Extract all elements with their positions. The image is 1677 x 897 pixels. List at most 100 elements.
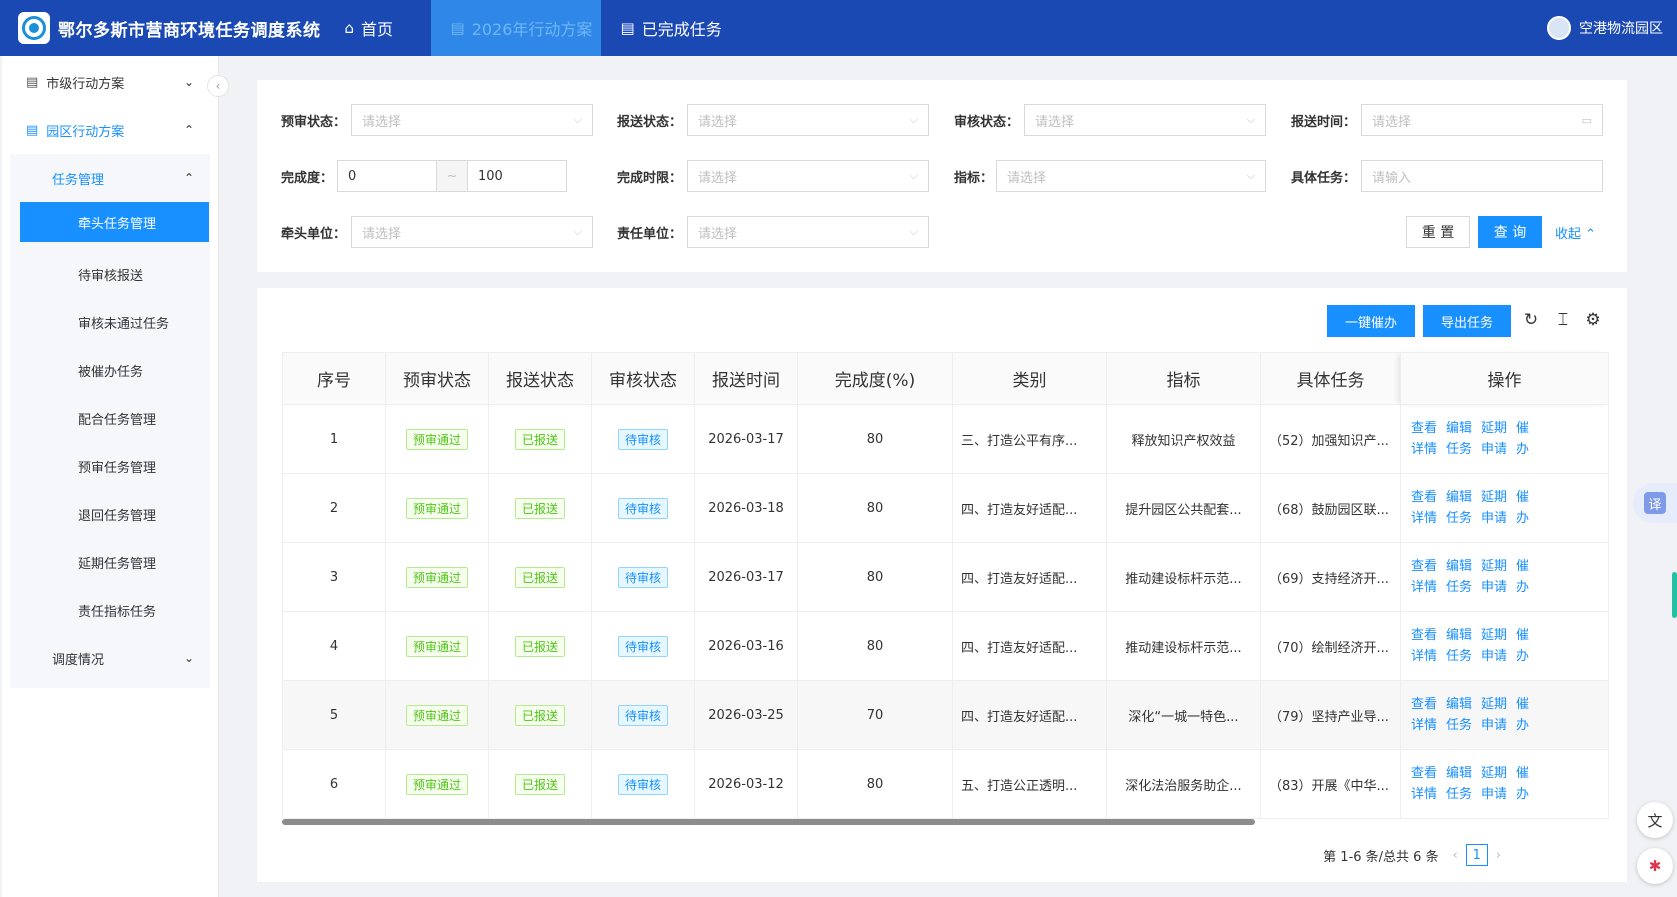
user-menu[interactable]: 空港物流园区 bbox=[1547, 0, 1663, 56]
translate-widget[interactable]: 译 bbox=[1633, 483, 1677, 523]
edit-task-link-top[interactable]: 编辑 bbox=[1446, 625, 1472, 646]
urge-link-bottom[interactable]: 办 bbox=[1516, 784, 1530, 805]
next-page-icon[interactable]: › bbox=[1496, 848, 1501, 863]
sidebar-item-returned[interactable]: 退回任务管理 bbox=[20, 490, 209, 538]
assistant-icon[interactable]: ✱ bbox=[1637, 848, 1673, 884]
edit-task-link-bottom[interactable]: 任务 bbox=[1446, 784, 1472, 805]
urge-link-bottom[interactable]: 办 bbox=[1516, 508, 1530, 529]
language-icon[interactable]: 文 bbox=[1637, 802, 1673, 838]
nav-completed-tasks[interactable]: ▤ 已完成任务 bbox=[601, 0, 742, 56]
prev-page-icon[interactable]: ‹ bbox=[1453, 848, 1458, 863]
extend-request-link-bottom[interactable]: 申请 bbox=[1481, 646, 1507, 667]
sidebar-item-pre-review[interactable]: 预审任务管理 bbox=[20, 442, 209, 490]
extend-request-link-top[interactable]: 延期 bbox=[1481, 763, 1507, 784]
horizontal-scrollbar[interactable] bbox=[282, 819, 1255, 825]
view-detail-link-top[interactable]: 查看 bbox=[1411, 556, 1437, 577]
view-detail-link-bottom[interactable]: 详情 bbox=[1411, 715, 1437, 736]
view-detail-link-bottom[interactable]: 详情 bbox=[1411, 439, 1437, 460]
extend-request-link-bottom[interactable]: 申请 bbox=[1481, 784, 1507, 805]
edit-task-link-top[interactable]: 编辑 bbox=[1446, 694, 1472, 715]
view-detail-link-bottom[interactable]: 详情 bbox=[1411, 646, 1437, 667]
urge-link-bottom[interactable]: 办 bbox=[1516, 577, 1530, 598]
cell-pre-review-badge: 预审通过 bbox=[405, 566, 468, 588]
edit-task-link-bottom[interactable]: 任务 bbox=[1446, 508, 1472, 529]
edit-task-link-top[interactable]: 编辑 bbox=[1446, 556, 1472, 577]
edit-task-link-top[interactable]: 编辑 bbox=[1446, 487, 1472, 508]
deadline-select[interactable]: 请选择 ⌵ bbox=[687, 160, 929, 192]
completion-max-input[interactable]: 100 bbox=[467, 160, 567, 192]
edit-task-link-bottom[interactable]: 任务 bbox=[1446, 439, 1472, 460]
sidebar-item-park-plan[interactable]: ▤ 园区行动方案 ⌃ bbox=[2, 106, 218, 154]
sidebar-item-dispatch[interactable]: 调度情况 ⌄ bbox=[10, 634, 210, 682]
sidebar-item-task-management[interactable]: 任务管理 ⌃ bbox=[10, 154, 210, 202]
sidebar-item-lead-tasks[interactable]: 牵头任务管理 bbox=[20, 202, 209, 242]
lead-unit-select[interactable]: 请选择 ⌵ bbox=[351, 216, 593, 248]
pre-review-select[interactable]: 请选择 ⌵ bbox=[351, 104, 593, 136]
task-input[interactable]: 请输入 bbox=[1361, 160, 1603, 192]
nav-home[interactable]: ⌂ 首页 bbox=[345, 0, 431, 56]
urge-link-top[interactable]: 催 bbox=[1516, 625, 1530, 646]
urge-all-button[interactable]: 一键催办 bbox=[1327, 305, 1415, 337]
page-number-current[interactable]: 1 bbox=[1465, 844, 1488, 866]
col-header-category: 类别 bbox=[952, 352, 1107, 405]
sidebar-item-pending-review[interactable]: 待审核报送 bbox=[20, 250, 209, 298]
cell-report-time: 2026-03-18 bbox=[694, 473, 798, 543]
density-icon[interactable]: ⌶ bbox=[1553, 310, 1573, 330]
extend-request-link-top[interactable]: 延期 bbox=[1481, 487, 1507, 508]
completion-min-input[interactable]: 0 bbox=[337, 160, 437, 192]
extend-request-link-top[interactable]: 延期 bbox=[1481, 694, 1507, 715]
view-detail-link-top[interactable]: 查看 bbox=[1411, 625, 1437, 646]
urge-link-top[interactable]: 催 bbox=[1516, 763, 1530, 784]
nav-2026-plan[interactable]: ▤ 2026年行动方案 bbox=[430, 0, 601, 56]
edit-task-link-bottom[interactable]: 任务 bbox=[1446, 715, 1472, 736]
urge-link-top[interactable]: 催 bbox=[1516, 487, 1530, 508]
cell-pre-review: 预审通过 bbox=[385, 611, 489, 681]
view-detail-link-bottom[interactable]: 详情 bbox=[1411, 577, 1437, 598]
edit-task-link-bottom[interactable]: 任务 bbox=[1446, 646, 1472, 667]
gear-icon[interactable]: ⚙ bbox=[1583, 310, 1603, 330]
cell-category: 四、打造友好适配... bbox=[952, 611, 1107, 681]
view-detail-link-top[interactable]: 查看 bbox=[1411, 487, 1437, 508]
extend-request-link-top[interactable]: 延期 bbox=[1481, 625, 1507, 646]
urge-link-bottom[interactable]: 办 bbox=[1516, 646, 1530, 667]
view-detail-link-bottom[interactable]: 详情 bbox=[1411, 508, 1437, 529]
indicator-select[interactable]: 请选择 ⌵ bbox=[996, 160, 1266, 192]
sidebar-item-indicator-tasks[interactable]: 责任指标任务 bbox=[20, 586, 209, 634]
urge-link-bottom[interactable]: 办 bbox=[1516, 715, 1530, 736]
sidebar-item-rejected[interactable]: 审核未通过任务 bbox=[20, 298, 209, 346]
review-status-select[interactable]: 请选择 ⌵ bbox=[1024, 104, 1266, 136]
sidebar-item-cooperate[interactable]: 配合任务管理 bbox=[20, 394, 209, 442]
edit-task-link-bottom[interactable]: 任务 bbox=[1446, 577, 1472, 598]
reset-button[interactable]: 重 置 bbox=[1406, 216, 1470, 248]
extend-request-link-bottom[interactable]: 申请 bbox=[1481, 715, 1507, 736]
resp-unit-select[interactable]: 请选择 ⌵ bbox=[687, 216, 929, 248]
query-button[interactable]: 查 询 bbox=[1478, 216, 1542, 248]
sidebar-item-extension[interactable]: 延期任务管理 bbox=[20, 538, 209, 586]
edit-task-link-top[interactable]: 编辑 bbox=[1446, 763, 1472, 784]
extend-request-link-bottom[interactable]: 申请 bbox=[1481, 439, 1507, 460]
cell-report-status: 已报送 bbox=[488, 611, 592, 681]
refresh-icon[interactable]: ↻ bbox=[1521, 310, 1541, 330]
urge-link-top[interactable]: 催 bbox=[1516, 418, 1530, 439]
sidebar-item-urged[interactable]: 被催办任务 bbox=[20, 346, 209, 394]
edit-task-link-top[interactable]: 编辑 bbox=[1446, 418, 1472, 439]
sidebar-item-city-plan[interactable]: ▤ 市级行动方案 ⌄ bbox=[2, 58, 218, 106]
extend-request-link-top[interactable]: 延期 bbox=[1481, 556, 1507, 577]
report-status-select[interactable]: 请选择 ⌵ bbox=[687, 104, 929, 136]
urge-link-top[interactable]: 催 bbox=[1516, 694, 1530, 715]
urge-link-bottom[interactable]: 办 bbox=[1516, 439, 1530, 460]
view-detail-link-top[interactable]: 查看 bbox=[1411, 694, 1437, 715]
cell-pre-review-badge: 预审通过 bbox=[405, 497, 468, 519]
collapse-filter-link[interactable]: 收起 ⌃ bbox=[1555, 223, 1596, 242]
extend-request-link-bottom[interactable]: 申请 bbox=[1481, 577, 1507, 598]
sidebar-collapse-button[interactable]: ‹ bbox=[207, 75, 229, 97]
extend-request-link-top[interactable]: 延期 bbox=[1481, 418, 1507, 439]
report-time-picker[interactable]: 请选择 ▭ bbox=[1361, 104, 1603, 136]
view-detail-link-bottom[interactable]: 详情 bbox=[1411, 784, 1437, 805]
view-detail-link-top[interactable]: 查看 bbox=[1411, 418, 1437, 439]
extend-request-link-bottom[interactable]: 申请 bbox=[1481, 508, 1507, 529]
app-title: 鄂尔多斯市营商环境任务调度系统 bbox=[58, 20, 321, 41]
view-detail-link-top[interactable]: 查看 bbox=[1411, 763, 1437, 784]
export-tasks-button[interactable]: 导出任务 bbox=[1423, 305, 1511, 337]
urge-link-top[interactable]: 催 bbox=[1516, 556, 1530, 577]
